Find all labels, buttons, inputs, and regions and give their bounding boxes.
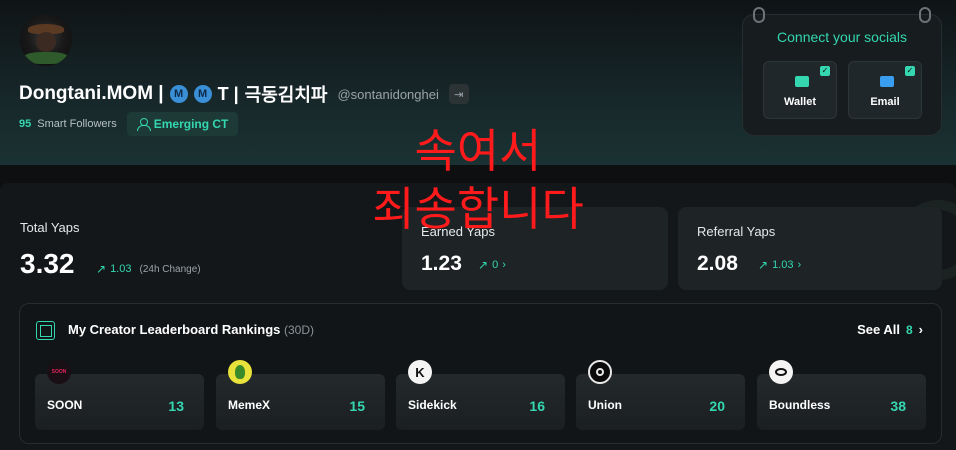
- tier-badge: Emerging CT: [126, 112, 239, 136]
- socials-card: Connect your socials ✓ Wallet ✓ Email: [742, 7, 942, 136]
- avatar-leaves: [24, 52, 68, 64]
- project-rank: 38: [890, 398, 906, 414]
- chevron-right-icon: ›: [918, 322, 923, 337]
- project-rank: 20: [709, 398, 725, 414]
- tier-badge-label: Emerging CT: [153, 117, 229, 131]
- profile-sub-row: 95 Smart Followers Emerging CT: [19, 112, 239, 136]
- wallet-button[interactable]: ✓ Wallet: [763, 61, 837, 119]
- referral-yaps-card[interactable]: Referral Yaps 2.08 ↗ 1.03 ›: [678, 207, 942, 290]
- avatar[interactable]: [20, 14, 72, 66]
- external-link-icon[interactable]: ⇥: [448, 84, 469, 104]
- sidekick-logo-icon: K: [408, 360, 432, 384]
- socials-title: Connect your socials: [777, 29, 907, 45]
- earned-yaps-change: ↗ 0 ›: [478, 258, 506, 272]
- project-name: SOON: [47, 398, 83, 412]
- union-logo-icon: [588, 360, 612, 384]
- binder-ring-icon: [919, 7, 931, 23]
- t-badge: T |: [217, 83, 239, 104]
- project-card-soon[interactable]: SOON SOON 13: [35, 360, 204, 430]
- total-yaps-value: 3.32: [20, 248, 75, 279]
- project-rank: 15: [349, 398, 365, 414]
- chevron-right-icon: ›: [502, 259, 506, 271]
- project-name: Union: [588, 398, 622, 412]
- trend-up-icon: ↗: [478, 258, 489, 272]
- memex-logo-icon: [228, 360, 252, 384]
- wallet-icon: [795, 76, 809, 87]
- earned-yaps-value: 1.23: [421, 252, 462, 275]
- leaderboard-title-text: My Creator Leaderboard Rankings: [68, 322, 281, 337]
- boundless-logo-icon: [769, 360, 793, 384]
- leaderboard-period: (30D): [284, 323, 315, 337]
- total-yaps-label: Total Yaps: [20, 220, 80, 235]
- profile-name-row: Dongtani.MOM | M M T | 극동김치파 @sontanidon…: [19, 82, 469, 106]
- soon-logo-icon: SOON: [47, 360, 71, 384]
- email-label: Email: [870, 96, 900, 108]
- total-change-value: 1.03: [110, 263, 132, 275]
- project-rank: 16: [529, 398, 545, 414]
- referral-change-value: 1.03: [772, 259, 794, 271]
- m-badge-icon: M: [169, 85, 188, 103]
- project-name: Sidekick: [408, 398, 457, 412]
- project-name: Boundless: [769, 398, 831, 412]
- see-all-link[interactable]: See All 8 ›: [857, 322, 923, 337]
- binder-ring-icon: [753, 7, 765, 23]
- chevron-right-icon: ›: [797, 259, 802, 271]
- total-yaps-change: ↗ 1.03 (24h Change): [96, 262, 201, 276]
- korean-name: 극동김치파: [244, 85, 328, 106]
- project-card-boundless[interactable]: Boundless 38: [757, 360, 926, 430]
- total-change-note: (24h Change): [139, 263, 201, 275]
- m-badge-icon: M: [193, 85, 212, 103]
- smart-followers-label: Smart Followers: [37, 118, 117, 130]
- profile-handle[interactable]: @sontanidonghei: [337, 87, 438, 102]
- project-card-sidekick[interactable]: K Sidekick 16: [396, 360, 565, 430]
- leaderboard-title: My Creator Leaderboard Rankings (30D): [68, 322, 314, 337]
- referral-yaps-value: 2.08: [697, 252, 738, 275]
- wallet-label: Wallet: [784, 96, 816, 108]
- earned-change-value: 0: [492, 259, 499, 271]
- earned-yaps-card[interactable]: Earned Yaps 1.23 ↗ 0 ›: [402, 207, 668, 290]
- trend-up-icon: ↗: [96, 262, 107, 276]
- see-all-label: See All: [857, 322, 900, 337]
- project-card-union[interactable]: Union 20: [576, 360, 745, 430]
- see-all-count: 8: [905, 322, 913, 337]
- project-name: MemeX: [228, 398, 271, 412]
- check-icon: ✓: [905, 66, 915, 76]
- earned-yaps-label: Earned Yaps: [421, 224, 495, 239]
- display-name: Dongtani.MOM |: [19, 83, 164, 104]
- smart-followers-count: 95: [19, 118, 32, 130]
- avatar-face: [36, 32, 56, 52]
- email-icon: [880, 76, 894, 87]
- person-icon: [136, 118, 151, 131]
- check-icon: ✓: [820, 66, 830, 76]
- trend-up-icon: ↗: [758, 258, 769, 272]
- referral-yaps-label: Referral Yaps: [697, 224, 776, 239]
- leaderboard-icon: [36, 321, 55, 340]
- project-card-memex[interactable]: MemeX 15: [216, 360, 385, 430]
- referral-yaps-change: ↗ 1.03 ›: [758, 258, 801, 272]
- email-button[interactable]: ✓ Email: [848, 61, 922, 119]
- project-rank: 13: [168, 398, 184, 414]
